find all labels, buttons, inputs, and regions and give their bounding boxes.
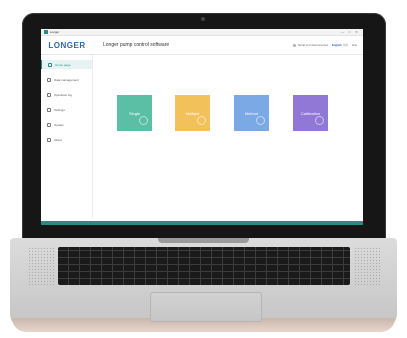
- sidebar-item-label: Home page: [55, 62, 71, 67]
- sidebar-item-about[interactable]: About: [41, 135, 92, 144]
- app-icon: [44, 30, 48, 34]
- card-label: Multiple: [185, 110, 200, 116]
- sidebar-item-label: About: [54, 137, 62, 142]
- bottom-accent-bar: [41, 221, 363, 225]
- longer-logo: LONGER: [48, 40, 86, 50]
- calibration-card[interactable]: Calibration: [293, 95, 328, 131]
- app-title: Longer pump control software: [103, 42, 170, 48]
- speaker-grille-left: [28, 247, 54, 285]
- app-header: LONGER Longer pump control software Seri…: [41, 36, 363, 55]
- info-icon: [47, 137, 51, 142]
- single-mode-card[interactable]: Single: [117, 95, 152, 131]
- method-mode-card[interactable]: Method: [234, 95, 269, 131]
- exit-link[interactable]: Exit: [352, 43, 357, 47]
- close-button[interactable]: ✕: [353, 29, 360, 35]
- window-titlebar: Longer — □ ✕: [41, 29, 363, 36]
- log-icon: [47, 92, 51, 97]
- card-label: Single: [128, 110, 141, 116]
- connection-status: Serial port disconnected: [297, 43, 328, 47]
- keyboard: [58, 247, 350, 285]
- multiple-mode-card[interactable]: Multiple: [175, 95, 210, 131]
- language-toggle[interactable]: English 中文: [332, 43, 349, 47]
- pump-icon: [197, 116, 206, 125]
- card-label: Calibration: [300, 110, 321, 116]
- sidebar-item-system[interactable]: System: [41, 120, 92, 129]
- home-icon: [48, 62, 52, 67]
- sidebar-item-label: Settings: [54, 107, 65, 112]
- pump-icon: [315, 116, 324, 125]
- trackpad: [150, 292, 262, 322]
- speaker-grille-right: [354, 247, 380, 285]
- sidebar: Home page Data management Operation log …: [41, 55, 93, 218]
- sidebar-item-label: Data management: [54, 77, 79, 82]
- language-active[interactable]: English: [332, 43, 342, 47]
- main-content: Single Multiple Method Calibration: [93, 55, 363, 218]
- gear-icon: [47, 107, 51, 112]
- window-title: Longer: [50, 30, 60, 34]
- pump-icon: [139, 116, 148, 125]
- sidebar-item-settings[interactable]: Settings: [41, 105, 92, 114]
- card-label: Method: [244, 110, 259, 116]
- database-icon: [47, 77, 51, 82]
- minimize-button[interactable]: —: [339, 29, 346, 35]
- connection-status-icon: [292, 43, 296, 47]
- sidebar-item-label: Operation log: [54, 92, 73, 97]
- language-other[interactable]: 中文: [343, 43, 349, 47]
- sidebar-item-operation-log[interactable]: Operation log: [41, 90, 92, 99]
- screen: Longer — □ ✕ LONGER Longer pump control …: [41, 29, 363, 225]
- webcam: [201, 17, 205, 21]
- app-body: Home page Data management Operation log …: [41, 55, 363, 218]
- system-icon: [47, 122, 51, 127]
- laptop-hinge: [158, 238, 249, 243]
- pump-icon: [256, 116, 265, 125]
- sidebar-item-label: System: [54, 122, 65, 127]
- sidebar-item-home[interactable]: Home page: [41, 60, 92, 69]
- sidebar-item-data-management[interactable]: Data management: [41, 75, 92, 84]
- maximize-button[interactable]: □: [346, 29, 353, 35]
